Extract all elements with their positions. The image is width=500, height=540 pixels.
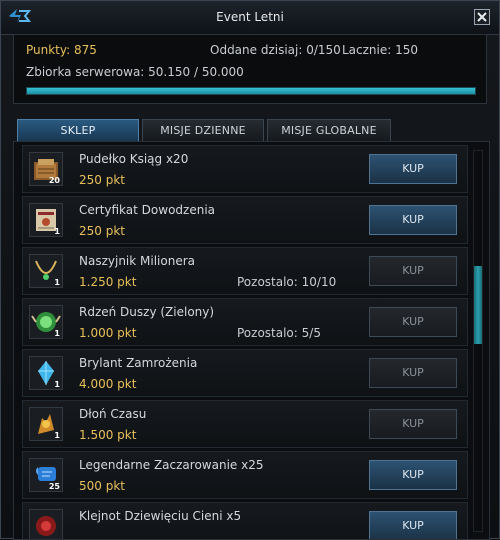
scrollbar-thumb[interactable] <box>474 266 482 344</box>
item-price: 500 pkt <box>79 479 125 493</box>
item-price: 250 pkt <box>79 224 125 238</box>
item-name: Naszyjnik Milionera <box>79 254 195 268</box>
tab-global-missions[interactable]: MISJE GLOBALNE <box>267 119 391 143</box>
item-name: Brylant Zamrożenia <box>79 356 198 370</box>
server-collection-label: Zbiorka serwerowa: 50.150 / 50.000 <box>26 65 244 79</box>
tab-shop[interactable]: SKLEP <box>17 119 139 143</box>
window-title: Event Letni <box>216 10 284 24</box>
item-quantity: 25 <box>48 482 60 491</box>
item-price: 1.000 pkt <box>79 326 137 340</box>
shop-item-row: 1 Naszyjnik Milionera 1.250 pkt Pozostalo: … <box>22 247 468 295</box>
shop-item-row: 25 Legendarne Zaczarowanie x25 500 pkt KUP <box>22 451 468 499</box>
item-quantity: 1 <box>54 329 60 338</box>
shop-item-list: 20 Pudełko Ksiąg x20 250 pkt KUP 1 Certyfikat… <box>13 141 490 540</box>
buy-button[interactable]: KUP <box>369 460 457 490</box>
shop-item-row: 20 Pudełko Ksiąg x20 250 pkt KUP <box>22 145 468 193</box>
certificate-icon: 1 <box>29 203 63 237</box>
item-name: Dłoń Czasu <box>79 407 147 421</box>
event-stats-panel: Punkty: 875 Oddane dzisiaj: 0/150 Laczni… <box>13 34 487 104</box>
buy-button[interactable]: KUP <box>369 409 457 439</box>
tab-daily-missions[interactable]: MISJE DZIENNE <box>142 119 264 143</box>
shop-item-row: Klejnot Dziewięciu Cieni x5 KUP <box>22 502 468 539</box>
shop-item-row: 1 Brylant Zamrożenia 4.000 pkt KUP <box>22 349 468 397</box>
item-quantity: 1 <box>54 380 60 389</box>
item-remaining-stock: Pozostalo: 5/5 <box>237 326 321 340</box>
item-quantity: 1 <box>54 227 60 236</box>
server-progress-bar <box>26 87 476 95</box>
close-icon <box>477 12 487 22</box>
item-price: 250 pkt <box>79 173 125 187</box>
hand-of-time-icon: 1 <box>29 407 63 441</box>
title-bar[interactable]: Event Letni <box>1 1 499 35</box>
buy-button[interactable]: KUP <box>369 511 457 539</box>
item-quantity: 20 <box>48 176 60 185</box>
item-price: 1.250 pkt <box>79 275 137 289</box>
necklace-icon: 1 <box>29 254 63 288</box>
item-remaining-stock: Pozostalo: 10/10 <box>237 275 337 289</box>
soul-core-icon: 1 <box>29 305 63 339</box>
item-name: Klejnot Dziewięciu Cieni x5 <box>79 509 242 523</box>
buy-button[interactable]: KUP <box>369 205 457 235</box>
shop-item-row: 1 Dłoń Czasu 1.500 pkt KUP <box>22 400 468 448</box>
item-name: Legendarne Zaczarowanie x25 <box>79 458 264 472</box>
shadow-jewel-icon <box>29 509 63 539</box>
server-progress-fill <box>27 88 475 94</box>
item-price: 4.000 pkt <box>79 377 137 391</box>
item-name: Rdzeń Duszy (Zielony) <box>79 305 215 319</box>
enchant-scroll-icon: 25 <box>29 458 63 492</box>
shop-item-row: 1 Rdzeń Duszy (Zielony) 1.000 pkt Pozostalo… <box>22 298 468 346</box>
frozen-diamond-icon: 1 <box>29 356 63 390</box>
buy-button[interactable]: KUP <box>369 154 457 184</box>
points-label: Punkty: 875 <box>26 43 97 57</box>
close-button[interactable] <box>474 9 490 25</box>
item-quantity: 1 <box>54 431 60 440</box>
today-donated-label: Oddane dzisiaj: 0/150 <box>210 43 341 57</box>
event-window: Event Letni Punkty: 875 Oddane dzisiaj: … <box>0 0 500 540</box>
buy-button[interactable]: KUP <box>369 256 457 286</box>
item-name: Pudełko Ksiąg x20 <box>79 152 189 166</box>
book-box-icon: 20 <box>29 152 63 186</box>
buy-button[interactable]: KUP <box>369 358 457 388</box>
total-donated-label: Lacznie: 150 <box>342 43 419 57</box>
item-name: Certyfikat Dowodzenia <box>79 203 216 217</box>
scrollbar[interactable] <box>473 150 483 532</box>
shop-item-row: 1 Certyfikat Dowodzenia 250 pkt KUP <box>22 196 468 244</box>
item-price: 1.500 pkt <box>79 428 137 442</box>
buy-button[interactable]: KUP <box>369 307 457 337</box>
item-quantity: 1 <box>54 278 60 287</box>
